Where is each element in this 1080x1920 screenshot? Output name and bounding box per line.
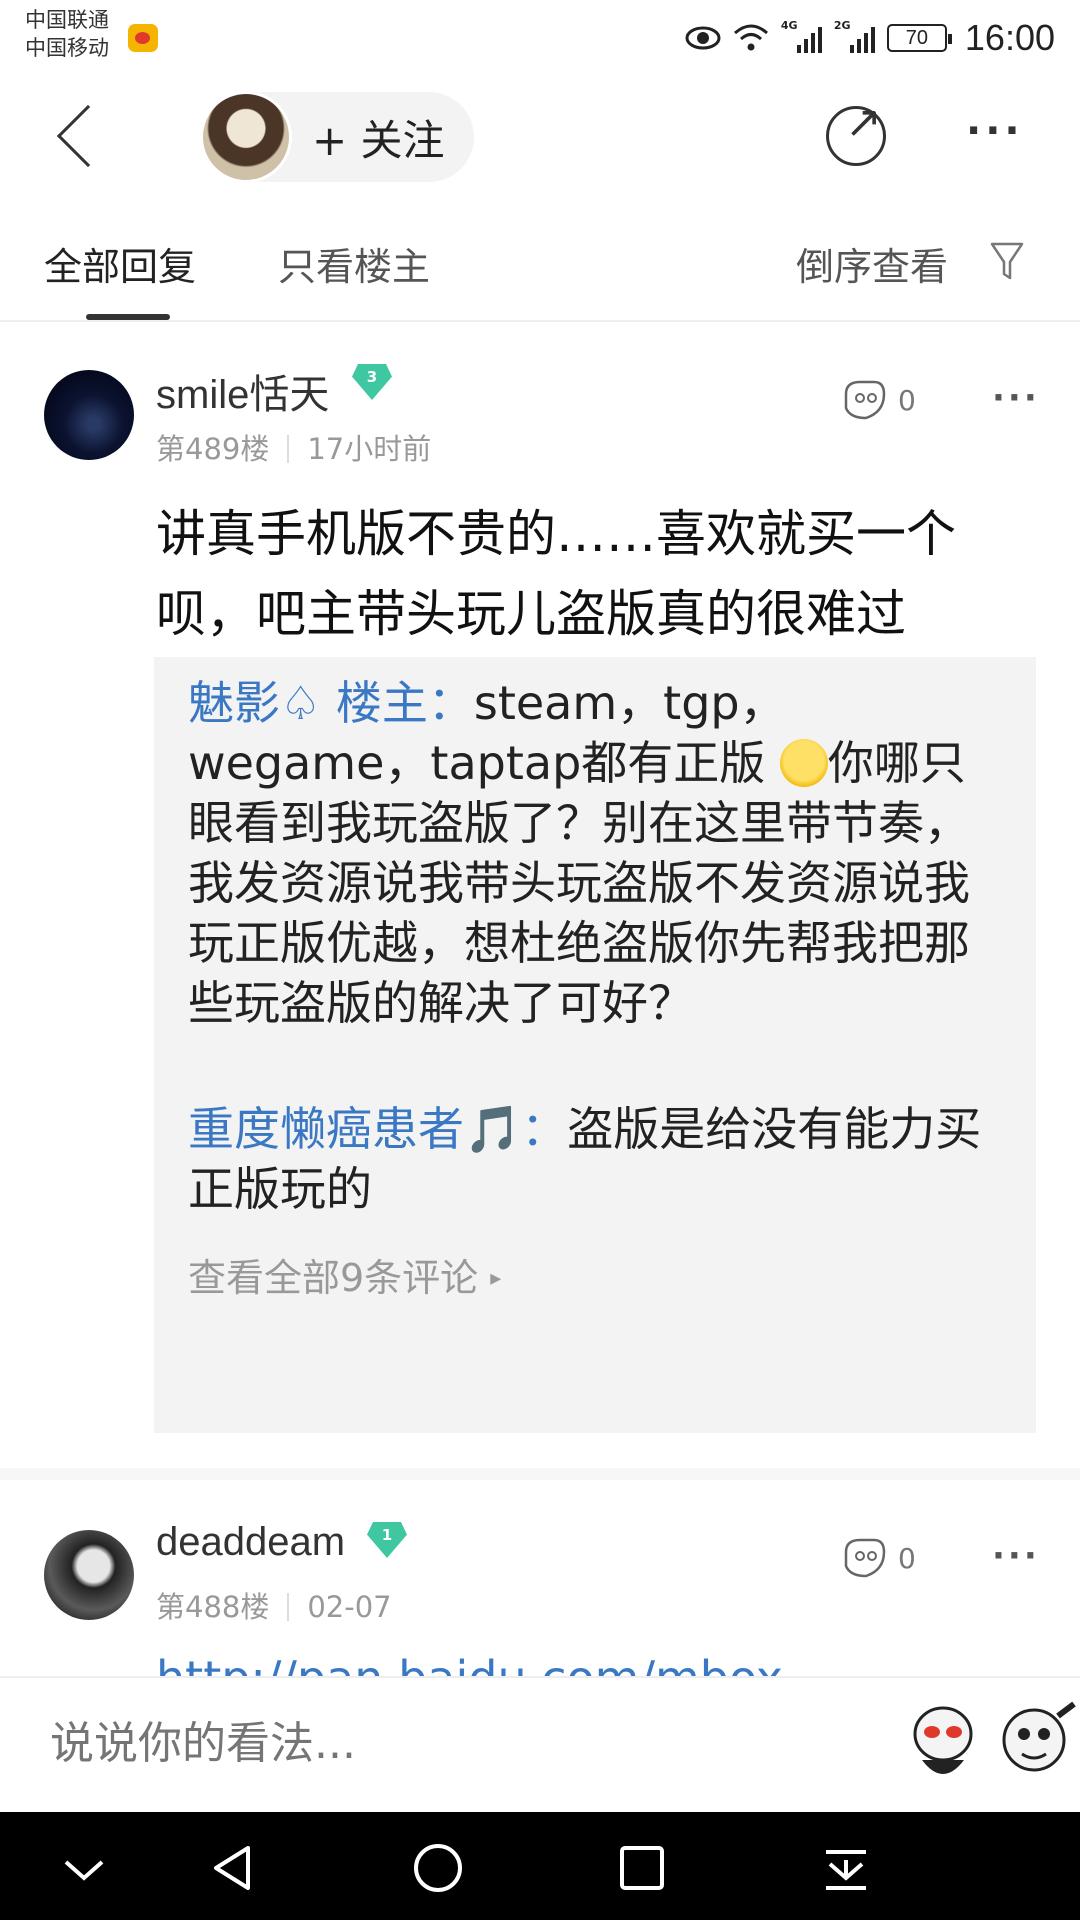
floor-number: 第489楼 [156,432,270,466]
post-divider [0,1468,1080,1480]
eye-icon [685,26,721,50]
view-all-comments-link[interactable]: 查看全部9条评论 ▸ [188,1247,1002,1302]
post-content: 讲真手机版不贵的……喜欢就买一个 呗，吧主带头玩儿盗版真的很难过 [156,494,1026,654]
like-icon[interactable] [840,1536,890,1580]
view-all-label: 查看全部9条评论 [188,1256,479,1300]
filter-icon[interactable] [990,242,1024,282]
level-badge: 3 [352,364,392,400]
post-more-icon[interactable]: ··· [992,378,1040,418]
tab-all-replies[interactable]: 全部回复 [44,236,196,291]
forum-avatar[interactable] [200,91,292,183]
status-bar: 中国联通 中国移动 4G 2G 70 16:00 [0,0,1080,78]
follow-button[interactable]: + 关注 [200,91,474,183]
reply-author[interactable]: 重度懒癌患者🎵： [188,1102,567,1156]
signal-4g-label: 4G [780,19,798,32]
share-icon[interactable] [826,97,886,166]
sub-reply[interactable]: 魅影♤ 楼主：steam，tgp，wegame，taptap都有正版 你哪只眼看… [188,673,1002,1113]
signal-2g-icon: 2G [834,19,875,53]
avatar[interactable] [44,370,134,460]
username[interactable]: smile恬天 [156,362,329,420]
carrier-2: 中国移动 [25,36,109,60]
battery-icon: 70 [886,24,952,52]
weibo-notification-icon [128,24,158,52]
post-time: 17小时前 [307,432,432,466]
reverse-order-button[interactable]: 倒序查看 [796,236,948,291]
post-meta: 第488楼 02-07 [156,1584,392,1626]
comment-bar [0,1676,1080,1812]
sub-replies-box[interactable]: 魅影♤ 楼主：steam，tgp，wegame，taptap都有正版 你哪只眼看… [154,657,1036,1433]
carrier-info: 中国联通 中国移动 [25,6,109,62]
signal-4g-icon: 4G [781,19,822,53]
back-arrow-icon[interactable] [56,104,120,168]
sticker-panda-glasses-icon[interactable] [902,1698,984,1788]
more-options-icon[interactable]: ··· [966,108,1024,154]
tab-only-op[interactable]: 只看楼主 [278,236,430,291]
clock: 16:00 [964,17,1055,58]
active-tab-indicator [86,314,170,320]
nav-notifications-icon[interactable] [816,1838,876,1898]
system-nav-bar [0,1812,1080,1920]
username[interactable]: deaddeam [156,1520,345,1565]
nav-back-icon[interactable] [204,1838,264,1898]
post-more-icon[interactable]: ··· [992,1536,1040,1576]
chevron-right-icon: ▸ [490,1266,502,1291]
smile-emoji-icon [779,739,828,787]
like-count: 0 [898,384,916,417]
post-link[interactable]: http://pan.baidu.com/mbox [156,1650,783,1678]
wifi-icon [733,24,768,51]
top-header: + 关注 ··· [0,78,1080,198]
nav-recents-icon[interactable] [612,1838,672,1898]
avatar[interactable] [44,1530,134,1620]
signal-2g-label: 2G [833,19,851,32]
reply-author[interactable]: 魅影♤ 楼主： [188,676,474,730]
carrier-1: 中国联通 [25,8,109,32]
post-time: 02-07 [307,1590,392,1624]
sticker-panda-wave-icon[interactable] [996,1698,1078,1788]
sub-reply[interactable]: 重度懒癌患者🎵：盗版是给没有能力买正版玩的 [188,1099,1002,1219]
floor-number: 第488楼 [156,1590,270,1624]
level-badge: 1 [367,1522,407,1558]
post-content-line-1: 讲真手机版不贵的……喜欢就买一个 [156,505,956,563]
nav-home-icon[interactable] [408,1838,468,1898]
comment-input[interactable] [50,1718,650,1769]
hide-keyboard-icon[interactable] [54,1838,114,1898]
reply-tabs: 全部回复 只看楼主 倒序查看 [0,198,1080,322]
like-count: 0 [898,1542,916,1575]
like-icon[interactable] [840,378,890,422]
post-meta: 第489楼 17小时前 [156,426,431,468]
follow-label: + 关注 [312,115,445,165]
post-content-line-2: 呗，吧主带头玩儿盗版真的很难过 [156,585,906,643]
